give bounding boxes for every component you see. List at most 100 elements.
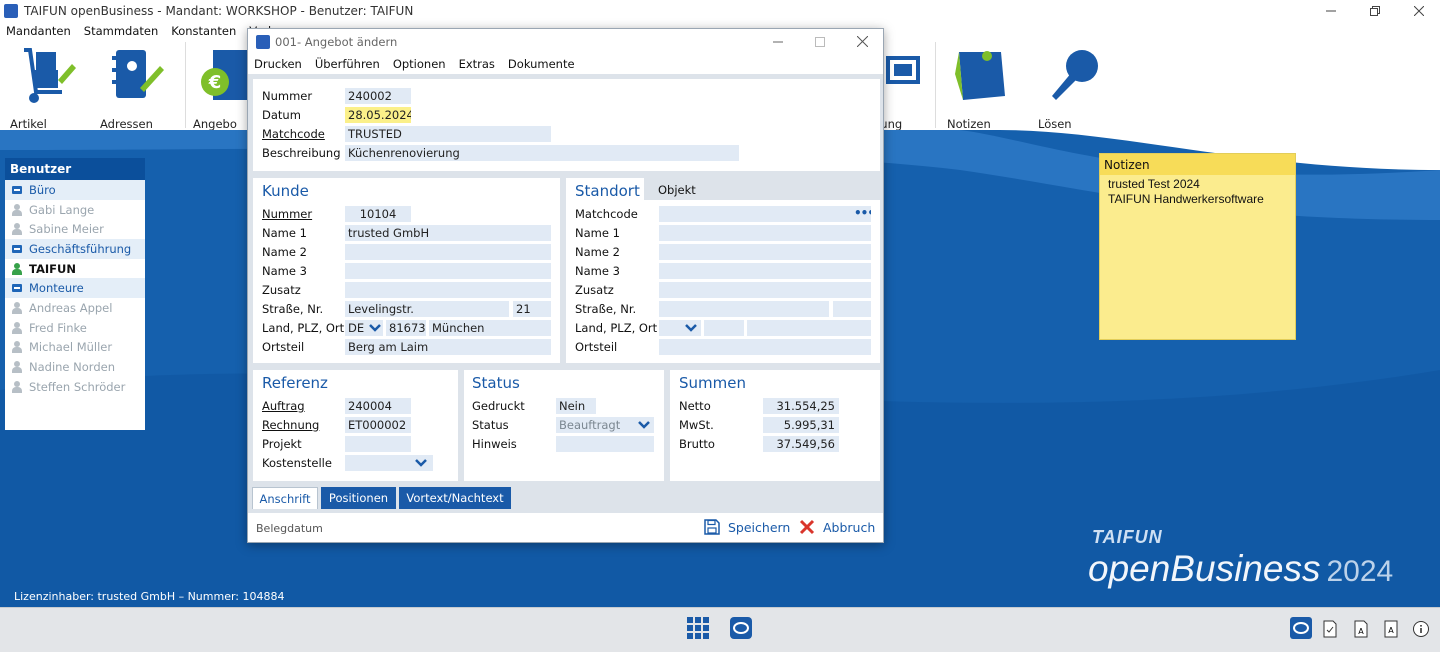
user-row-andreas-appel[interactable]: Andreas Appel [5,298,145,318]
kunde-plz-field[interactable]: 81673 [386,320,426,336]
status-label: Status [472,418,509,432]
dialog-menu-dokumente[interactable]: Dokumente [508,57,575,71]
dialog-close-button[interactable] [842,29,882,54]
status-panel: Status Gedruckt Nein Status Beauftragt H… [464,370,664,481]
kunde-zusatz-field[interactable] [345,282,551,298]
kunde-hausnr-field[interactable]: 21 [513,301,551,317]
rechnung-label[interactable]: Rechnung [262,418,319,432]
dialog-tabbar: Anschrift Positionen Vortext/Nachtext [248,487,883,509]
nummer-field[interactable]: 240002 [345,88,411,104]
user-row-taifun[interactable]: TAIFUN [5,259,145,279]
user-row-michael-mueller[interactable]: Michael Müller [5,338,145,358]
user-group-buero[interactable]: Büro [5,180,145,200]
document-letter-icon[interactable]: A [1382,620,1400,638]
info-icon[interactable] [1412,620,1430,638]
ribbon-separator [935,42,936,128]
dialog-menu-extras[interactable]: Extras [459,57,495,71]
user-group-monteure[interactable]: Monteure [5,278,145,299]
dialog-minimize-button[interactable] [758,29,798,54]
standort-zusatz-field[interactable] [659,282,871,298]
tab-vortext-nachtext[interactable]: Vortext/Nachtext [399,487,511,509]
matchcode-field[interactable]: TRUSTED [345,126,551,142]
ribbon-adressen-button[interactable]: Adressen [100,44,170,131]
save-button[interactable]: Speichern [704,517,790,537]
user-row-steffen-schroeder[interactable]: Steffen Schröder [5,377,145,397]
brand-product-name: openBusiness [1088,548,1321,589]
tab-anschrift[interactable]: Anschrift [252,487,318,509]
kunde-name2-field[interactable] [345,244,551,260]
document-a-icon[interactable]: A [1352,620,1370,638]
kunde-land-select[interactable]: DE [345,320,383,336]
dialog-title: 001- Angebot ändern [275,34,398,49]
close-window-button[interactable] [1396,0,1440,22]
standort-hausnr-field[interactable] [833,301,871,317]
maximize-button[interactable] [1352,0,1398,22]
sticky-note-title: Notizen [1100,154,1295,175]
standort-ortsteil-field[interactable] [659,339,871,355]
kunde-strasse-field[interactable]: Levelingstr. [345,301,509,317]
apps-grid-icon[interactable] [686,616,710,640]
ribbon-notizen-button[interactable]: Notizen [947,44,1017,131]
standort-plz-field[interactable] [704,320,744,336]
hinweis-field[interactable] [556,436,654,452]
matchcode-label[interactable]: Matchcode [262,127,325,141]
auftrag-field[interactable]: 240004 [345,398,411,414]
kostenstelle-label: Kostenstelle [262,456,332,470]
beschreibung-field[interactable]: Küchenrenovierung [345,145,739,161]
user-row-label: Monteure [29,281,84,296]
user-row-label: Büro [29,182,56,197]
menu-konstanten[interactable]: Konstanten [171,24,236,38]
more-dots-icon[interactable]: ••• [854,206,871,221]
standort-name3-field[interactable] [659,263,871,279]
kunde-ortsteil-field[interactable]: Berg am Laim [345,339,551,355]
sticky-note[interactable]: Notizen trusted Test 2024 TAIFUN Handwer… [1099,153,1296,340]
standort-ort-field[interactable] [747,320,871,336]
close-icon [1414,6,1424,16]
standort-name3-label: Name 3 [575,264,620,278]
document-check-icon[interactable] [1321,620,1339,638]
auftrag-label[interactable]: Auftrag [262,399,305,413]
kunde-ort-field[interactable]: München [429,320,551,336]
datum-field[interactable]: 28.05.2024 [345,107,411,123]
user-row-sabine-meier[interactable]: Sabine Meier [5,219,145,239]
brutto-field: 37.549,56 [763,436,839,452]
projekt-field[interactable] [345,436,411,452]
standort-tab[interactable]: Standort [575,182,640,200]
kunde-nummer-field[interactable]: 10104 [345,206,411,222]
rechnung-field[interactable]: ET000002 [345,417,411,433]
dialog-menu-ueberfuehren[interactable]: Überführen [315,57,380,71]
save-icon [704,519,720,535]
brand-year: 2024 [1326,555,1394,588]
kunde-name1-field[interactable]: trusted GmbH [345,225,551,241]
taifun-tray-icon[interactable] [1289,616,1313,640]
menu-mandanten[interactable]: Mandanten [6,24,71,38]
taifun-logo-icon[interactable] [729,616,753,640]
tab-positionen[interactable]: Positionen [321,487,396,509]
dialog-menu-optionen[interactable]: Optionen [393,57,446,71]
app-logo-icon [4,4,18,18]
window-title: TAIFUN openBusiness - Mandant: WORKSHOP … [24,4,414,18]
menu-stammdaten[interactable]: Stammdaten [84,24,158,38]
minimize-button[interactable] [1308,0,1354,22]
standort-strasse-field[interactable] [659,301,829,317]
dialog-menu-drucken[interactable]: Drucken [254,57,302,71]
standort-name2-field[interactable] [659,244,871,260]
standort-land-select[interactable] [659,320,701,336]
ribbon-artikel-button[interactable]: Artikel [10,44,80,131]
cancel-button[interactable]: Abbruch [799,517,875,537]
status-select[interactable]: Beauftragt [556,417,654,433]
user-group-geschaeftsfuehrung[interactable]: Geschäftsführung [5,239,145,259]
ribbon-loesen-button[interactable]: Lösen [1038,44,1108,131]
dialog-maximize-button[interactable] [800,29,840,54]
kostenstelle-select[interactable] [345,455,433,471]
kunde-name3-field[interactable] [345,263,551,279]
user-row-gabi-lange[interactable]: Gabi Lange [5,200,145,220]
user-row-fred-finke[interactable]: Fred Finke [5,318,145,338]
kunde-nummer-label[interactable]: Nummer [262,207,312,221]
standort-matchcode-field[interactable]: ••• [659,206,871,222]
user-row-nadine-norden[interactable]: Nadine Norden [5,357,145,377]
ribbon-separator [185,42,186,128]
user-row-label: Steffen Schröder [29,379,126,394]
objekt-tab[interactable]: Objekt [658,183,696,197]
standort-name1-field[interactable] [659,225,871,241]
